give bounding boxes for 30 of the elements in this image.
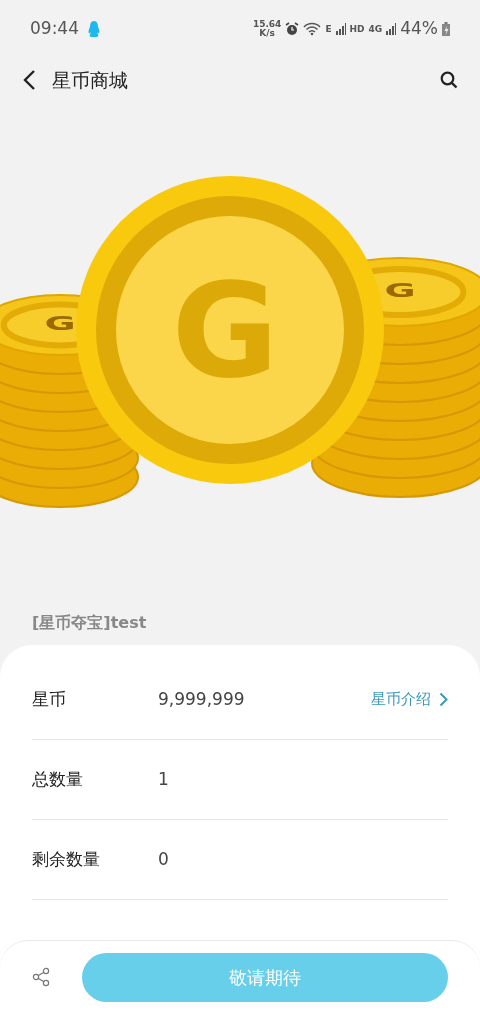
detail-label: 剩余数量 [32,847,101,871]
wifi-icon [303,22,322,36]
page-title: 星币商城 [52,67,128,93]
detail-label: 总数量 [32,767,84,791]
coin-letter: G [384,279,416,302]
battery-icon [442,22,450,36]
clock: 09:44 [30,17,79,41]
penguin-icon [87,20,101,38]
share-icon[interactable] [32,967,50,987]
detail-value: 1 [158,767,169,791]
product-title: [星币夺宝]test [32,611,147,634]
back-icon[interactable] [22,69,36,91]
signal-icon [386,23,397,35]
detail-label: 星币 [32,687,67,711]
alarm-icon [285,22,300,36]
search-icon[interactable] [440,71,458,89]
coming-soon-button[interactable]: 敬请期待 [82,952,448,1002]
speed-unit: K/s [259,29,275,38]
coin-letter: G [44,312,76,335]
chevron-right-icon [439,692,448,707]
battery-level: 44% [400,17,438,41]
intro-link[interactable]: 星币介绍 [371,688,448,711]
network-type: 4G [368,24,383,34]
network-speed: 15.64 [252,20,282,29]
signal-icon [335,23,346,35]
coin-letter: G [171,255,279,407]
sim-label: E [325,24,332,34]
detail-value: 9,999,999 [158,687,245,711]
hd-label: HD [349,24,365,34]
detail-value: 0 [158,847,169,871]
